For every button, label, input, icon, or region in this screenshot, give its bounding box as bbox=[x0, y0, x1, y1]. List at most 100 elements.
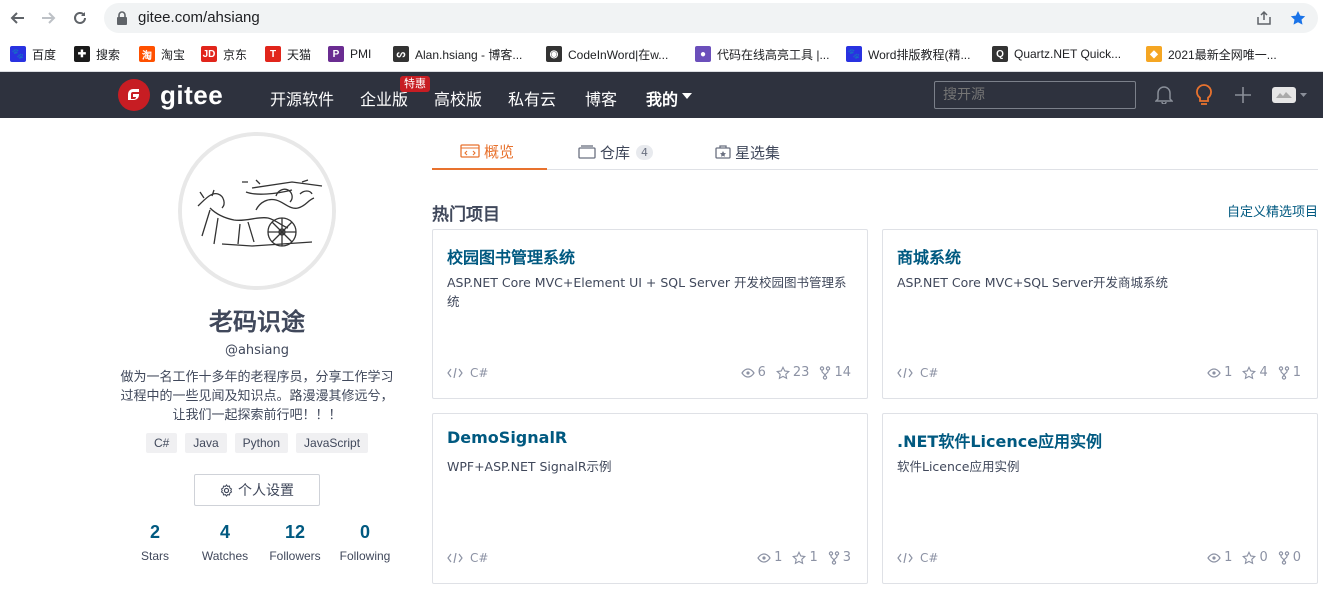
star-num: 4 bbox=[1259, 365, 1268, 380]
star-count[interactable]: 23 bbox=[775, 365, 810, 380]
fork-count[interactable]: 0 bbox=[1278, 550, 1301, 565]
stat-watches[interactable]: 4 Watches bbox=[190, 522, 260, 563]
bookmark-item[interactable]: Q Quartz.NET Quick... bbox=[992, 45, 1121, 63]
profile-name: 老码识途 bbox=[209, 308, 305, 336]
header-search-input[interactable] bbox=[934, 81, 1136, 109]
project-title[interactable]: .NET软件Licence应用实例 bbox=[897, 428, 1102, 452]
stat-following[interactable]: 0 Following bbox=[330, 522, 400, 563]
bookmark-item[interactable]: 🐾 百度 bbox=[10, 45, 56, 63]
stat-followers[interactable]: 12 Followers bbox=[260, 522, 330, 563]
language-label: C# bbox=[470, 366, 489, 380]
bookmark-item[interactable]: T 天猫 bbox=[265, 45, 311, 63]
nav-open-source[interactable]: 开源软件 bbox=[270, 86, 334, 110]
bookmark-label: 代码在线高亮工具 |... bbox=[717, 47, 830, 62]
reload-icon[interactable] bbox=[70, 8, 90, 28]
nav-blog[interactable]: 博客 bbox=[585, 86, 617, 110]
nav-private-cloud[interactable]: 私有云 bbox=[508, 86, 556, 110]
fork-icon bbox=[819, 365, 831, 380]
fork-icon bbox=[828, 550, 840, 565]
fork-icon bbox=[1278, 365, 1290, 380]
project-description: WPF+ASP.NET SignalR示例 bbox=[447, 459, 612, 474]
profile-bio: 做为一名工作十多年的老程序员，分享工作学习过程中的一些见闻及知识点。路漫漫其修远… bbox=[120, 370, 394, 423]
bookmark-item[interactable]: ● 代码在线高亮工具 |... bbox=[695, 45, 829, 63]
language-label: C# bbox=[470, 551, 489, 565]
tag-javascript[interactable]: JavaScript bbox=[296, 433, 369, 453]
bookmark-item[interactable]: P PMI bbox=[328, 45, 371, 63]
project-language: C# bbox=[447, 551, 488, 565]
project-description: ASP.NET Core MVC+SQL Server开发商城系统 bbox=[897, 275, 1169, 290]
bookmark-item[interactable]: JD 京东 bbox=[201, 45, 247, 63]
watch-count[interactable]: 6 bbox=[740, 365, 766, 380]
bookmark-item[interactable]: 淘淘宝 bbox=[139, 45, 185, 63]
code-icon bbox=[897, 553, 913, 563]
tag-java[interactable]: Java bbox=[185, 433, 227, 453]
watch-count[interactable]: 1 bbox=[1207, 365, 1232, 380]
plus-icon[interactable] bbox=[1234, 86, 1252, 104]
tab-overview[interactable]: 概览 bbox=[432, 134, 547, 170]
personal-settings-button[interactable]: 个人设置 bbox=[194, 474, 320, 506]
fork-count[interactable]: 3 bbox=[828, 550, 851, 565]
bell-icon[interactable] bbox=[1155, 84, 1173, 104]
watch-num: 1 bbox=[1224, 365, 1233, 380]
user-avatar-small[interactable] bbox=[1272, 86, 1308, 104]
star-count[interactable]: 0 bbox=[1242, 550, 1268, 565]
watch-num: 1 bbox=[1224, 550, 1233, 565]
bookmark-label: 2021最新全网唯一... bbox=[1168, 47, 1277, 62]
project-title[interactable]: 商城系统 bbox=[897, 244, 961, 268]
tab-repositories[interactable]: 仓库 4 bbox=[578, 134, 654, 170]
customize-featured-link[interactable]: 自定义精选项目 bbox=[1227, 201, 1318, 220]
collection-icon bbox=[715, 145, 731, 159]
fork-count[interactable]: 1 bbox=[1278, 365, 1301, 380]
project-language: C# bbox=[897, 551, 938, 565]
stat-stars[interactable]: 2 Stars bbox=[120, 522, 190, 563]
forward-arrow-icon[interactable] bbox=[38, 8, 58, 28]
stat-num: 4 bbox=[219, 522, 230, 542]
stat-label: Followers bbox=[269, 549, 321, 563]
tab-collections[interactable]: 星选集 bbox=[715, 134, 780, 170]
search-engine-icon: ✚ bbox=[74, 46, 90, 62]
profile-stats: 2 Stars 4 Watches 12 Followers 0 Following bbox=[120, 522, 400, 563]
bookmark-item[interactable]: ᔕ Alan.hsiang - 博客... bbox=[393, 45, 522, 63]
project-title[interactable]: DemoSignalR bbox=[447, 428, 567, 447]
fork-count[interactable]: 14 bbox=[819, 365, 851, 380]
project-card[interactable]: 商城系统 ASP.NET Core MVC+SQL Server开发商城系统 C# 1… bbox=[882, 229, 1318, 399]
watch-count[interactable]: 1 bbox=[1207, 550, 1232, 565]
bookmark-item[interactable]: ✚ 搜索 bbox=[74, 45, 120, 63]
bookmark-item[interactable]: ◉ CodeInWord|在w... bbox=[546, 45, 668, 63]
project-card[interactable]: DemoSignalR WPF+ASP.NET SignalR示例 C# 1 1 3 bbox=[432, 413, 868, 584]
watch-num: 6 bbox=[757, 365, 766, 380]
fork-num: 1 bbox=[1292, 365, 1301, 380]
address-bar[interactable]: gitee.com/ahsiang bbox=[104, 3, 1318, 33]
taobao-icon: 淘 bbox=[139, 46, 155, 62]
project-description: ASP.NET Core MVC+Element UI + SQL Server… bbox=[447, 275, 847, 309]
share-icon[interactable] bbox=[1256, 10, 1272, 26]
nav-university[interactable]: 高校版 bbox=[434, 86, 482, 110]
tmall-icon: T bbox=[265, 46, 281, 62]
lightbulb-icon[interactable] bbox=[1195, 84, 1213, 106]
stat-label: Watches bbox=[201, 549, 249, 563]
back-arrow-icon[interactable] bbox=[8, 8, 28, 28]
star-count[interactable]: 1 bbox=[792, 550, 818, 565]
project-card[interactable]: .NET软件Licence应用实例 软件Licence应用实例 C# 1 0 0 bbox=[882, 413, 1318, 584]
gitee-logo[interactable]: gitee bbox=[118, 79, 223, 111]
bookmark-item[interactable]: 🐾 Word排版教程(精... bbox=[846, 45, 970, 63]
project-title[interactable]: 校园图书管理系统 bbox=[447, 244, 575, 268]
eye-icon bbox=[740, 367, 755, 378]
tag-csharp[interactable]: C# bbox=[145, 433, 178, 453]
bookmark-item[interactable]: ◆ 2021最新全网唯一... bbox=[1146, 45, 1277, 63]
lock-icon bbox=[116, 11, 128, 25]
watch-count[interactable]: 1 bbox=[757, 550, 782, 565]
pmi-icon: P bbox=[328, 46, 344, 62]
project-card[interactable]: 校园图书管理系统 ASP.NET Core MVC+Element UI + SQ… bbox=[432, 229, 868, 399]
tag-python[interactable]: Python bbox=[234, 433, 289, 453]
star-count[interactable]: 4 bbox=[1242, 365, 1268, 380]
project-language: C# bbox=[447, 366, 488, 380]
bookmark-label: PMI bbox=[350, 47, 372, 61]
code-icon bbox=[447, 368, 463, 378]
bookmark-star-icon[interactable] bbox=[1290, 10, 1306, 26]
star-num: 23 bbox=[792, 365, 810, 380]
bookmark-label: 搜索 bbox=[96, 47, 121, 62]
settings-label: 个人设置 bbox=[238, 483, 294, 499]
nav-mine[interactable]: 我的 bbox=[646, 86, 678, 110]
star-num: 0 bbox=[1259, 550, 1268, 565]
